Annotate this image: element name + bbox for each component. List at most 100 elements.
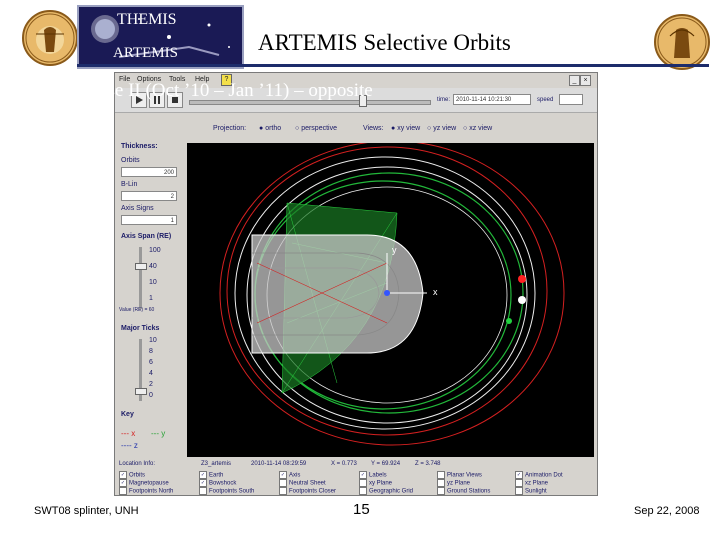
- checkbox-label: Geographic Grid: [369, 488, 414, 495]
- checkbox-column-3: ✓ Axis Neutral Sheet Footpoints Closer: [279, 471, 336, 495]
- axis-span-tick: 10: [149, 279, 157, 286]
- projection-views-row: Projection: ● ortho ○ perspective Views:…: [115, 123, 597, 135]
- checkbox-planar-views[interactable]: Planar Views: [437, 471, 490, 479]
- location-z: Z = 3.748: [415, 461, 441, 467]
- view-yz-label: yz view: [433, 125, 457, 132]
- checkbox-footpoints-south[interactable]: Footpoints South: [199, 487, 254, 495]
- checkbox-label: yz Plane: [447, 480, 471, 487]
- checkbox-bowshock[interactable]: ✓ Bowshock: [199, 479, 254, 487]
- axis-y-label: y: [392, 245, 397, 255]
- checkbox-footpoints-north[interactable]: Footpoints North: [119, 487, 173, 495]
- view-xz-radio[interactable]: ○ xz view: [463, 125, 492, 132]
- checkbox-sunlight[interactable]: Sunlight: [515, 487, 563, 495]
- footer-event: SWT08 splinter, UNH: [34, 505, 139, 517]
- orbit-visualization[interactable]: x y: [187, 143, 594, 457]
- checkbox-neutral-sheet[interactable]: Neutral Sheet: [279, 479, 336, 487]
- key-z-label: z: [133, 441, 138, 450]
- view-yz-radio[interactable]: ○ yz view: [427, 125, 456, 132]
- checkbox-column-2: ✓ Earth ✓ Bowshock Footpoints South: [199, 471, 254, 495]
- checkbox-footpoints-closer[interactable]: Footpoints Closer: [279, 487, 336, 495]
- projection-perspective-label: perspective: [301, 125, 337, 132]
- checkbox-earth[interactable]: ✓ Earth: [199, 471, 254, 479]
- checkbox-column-1: ✓ Orbits ✓ Magnetopause Footpoints North: [119, 471, 173, 495]
- footer-date: Sep 22, 2008: [634, 505, 700, 517]
- location-satellite: Z3_artemis: [201, 461, 232, 467]
- checkbox-column-4: ✓ Labels xy Plane Geographic Grid: [359, 471, 413, 495]
- checkbox-label: Axis: [289, 472, 301, 479]
- checkbox-orbits[interactable]: ✓ Orbits: [119, 471, 173, 479]
- axis-span-slider[interactable]: [139, 247, 142, 309]
- thickness-title: Thickness:: [121, 143, 158, 150]
- speed-field[interactable]: [559, 94, 583, 105]
- close-button[interactable]: ×: [580, 75, 591, 86]
- major-tick: 2: [149, 381, 153, 388]
- major-ticks-title: Major Ticks: [121, 325, 160, 332]
- location-y: Y = 69.924: [371, 461, 401, 467]
- checkbox-label: Neutral Sheet: [289, 480, 326, 487]
- checkbox-geographic-grid[interactable]: Geographic Grid: [359, 487, 413, 495]
- location-label: Location Info:: [119, 461, 156, 467]
- key-y-label: y: [161, 429, 166, 438]
- checkbox-magnetopause[interactable]: ✓ Magnetopause: [119, 479, 173, 487]
- axis-span-tick: 100: [149, 247, 161, 254]
- phase-caption: Phase II (Oct ’10 – Jan ’11) – opposite: [79, 80, 373, 101]
- time-field[interactable]: 2010-11-14 10:21:30: [453, 94, 531, 105]
- thickness-blin-field[interactable]: 2: [121, 191, 177, 201]
- checkbox-label: xy Plane: [369, 480, 393, 487]
- view-xz-label: xz view: [469, 125, 493, 132]
- time-label: time:: [437, 97, 451, 103]
- major-ticks-knob[interactable]: [135, 388, 147, 395]
- checkbox-ground-stations[interactable]: Ground Stations: [437, 487, 490, 495]
- key-y: --- y: [151, 429, 166, 438]
- checkbox-axis[interactable]: ✓ Axis: [279, 471, 336, 479]
- footer-page-number: 15: [353, 501, 370, 518]
- checkbox-yz-plane[interactable]: yz Plane: [437, 479, 490, 487]
- thickness-orbits-label: Orbits: [121, 157, 140, 164]
- major-tick: 4: [149, 370, 153, 377]
- axis-span-tick: 40: [149, 263, 157, 270]
- themis-artemis-banner: THEMIS ARTEMIS: [77, 5, 244, 69]
- checkbox-animation-dot[interactable]: ✓ Animation Dot: [515, 471, 563, 479]
- location-time: 2010-11-14 08:29:59: [251, 461, 307, 467]
- axis-span-knob[interactable]: [135, 263, 147, 270]
- satellite-p1-dot: [518, 275, 526, 283]
- checkbox-xy-plane[interactable]: xy Plane: [359, 479, 413, 487]
- axis-span-title: Axis Span (RE): [121, 233, 172, 240]
- thickness-axis-label: Axis Signs: [121, 205, 154, 212]
- thickness-axis-field[interactable]: 1: [121, 215, 177, 225]
- checkbox-column-6: ✓ Animation Dot xz Plane Sunlight: [515, 471, 563, 495]
- view-xy-radio[interactable]: ● xy view: [391, 125, 420, 132]
- app-window: File Options Tools Help ? _ × time: 2010…: [114, 72, 598, 496]
- major-tick: 6: [149, 359, 153, 366]
- checkbox-label: Planar Views: [447, 472, 482, 479]
- checkbox-label: Animation Dot: [525, 472, 563, 479]
- checkbox-label: Sunlight: [525, 488, 547, 495]
- themis-seal-logo: [22, 10, 78, 66]
- major-tick: 0: [149, 392, 153, 399]
- checkbox-label: Footpoints Closer: [289, 488, 337, 495]
- checkbox-label: Orbits: [129, 472, 146, 479]
- axis-span-tick: 1: [149, 295, 153, 302]
- projection-ortho-label: ortho: [265, 125, 282, 132]
- status-panel: Location Info: Z3_artemis 2010-11-14 08:…: [115, 459, 597, 497]
- views-label: Views:: [363, 125, 384, 132]
- key-title: Key: [121, 411, 134, 418]
- left-control-panel: Thickness: Orbits 200 B-Lin 2 Axis Signs…: [117, 141, 187, 459]
- thickness-blin-label: B-Lin: [121, 181, 138, 188]
- title-divider: [77, 64, 709, 67]
- checkbox-labels[interactable]: ✓ Labels: [359, 471, 413, 479]
- major-tick: 10: [149, 337, 157, 344]
- projection-perspective-radio[interactable]: ○ perspective: [295, 125, 337, 132]
- minimize-button[interactable]: _: [569, 75, 580, 86]
- checkbox-label: xz Plane: [525, 480, 549, 487]
- key-z: ---- z: [121, 441, 138, 450]
- projection-ortho-radio[interactable]: ● ortho: [259, 125, 281, 132]
- view-xy-label: xy view: [397, 125, 421, 132]
- checkbox-xz-plane[interactable]: xz Plane: [515, 479, 563, 487]
- checkbox-label: Earth: [209, 472, 224, 479]
- thickness-orbits-field[interactable]: 200: [121, 167, 177, 177]
- banner-bottom-text: ARTEMIS: [113, 45, 178, 61]
- projection-label: Projection:: [213, 125, 247, 132]
- satellite-moon-dot: [506, 318, 512, 324]
- checkbox-label: Magnetopause: [129, 480, 169, 487]
